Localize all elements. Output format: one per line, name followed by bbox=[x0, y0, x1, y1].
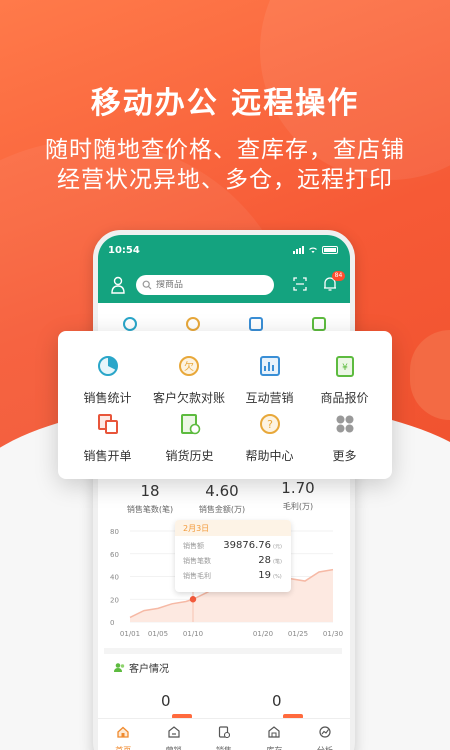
search-input[interactable] bbox=[156, 280, 266, 290]
shortcut-row-preview bbox=[98, 317, 350, 331]
customer-section-title: 客户情况 bbox=[114, 660, 169, 675]
menu-item-sales-history[interactable]: 销货历史 bbox=[148, 413, 231, 464]
tooltip-date: 2月3日 bbox=[175, 520, 291, 536]
menu-item-product-quote[interactable]: ¥ 商品报价 bbox=[303, 355, 386, 406]
tooltip-row: 销售毛利 19 (%) bbox=[183, 570, 282, 581]
tab-marketing[interactable]: 营销 bbox=[148, 719, 198, 750]
tab-inventory[interactable]: 库存 bbox=[249, 719, 299, 750]
tooltip-row: 销售额 39876.76 (元) bbox=[183, 540, 282, 551]
x-tick-label: 01/01 bbox=[120, 630, 140, 638]
menu-item-sales-bill[interactable]: 销售开单 bbox=[66, 413, 149, 464]
promo-subline: 随时随地查价格、查库存，查店铺 bbox=[45, 137, 405, 163]
price-tag-icon bbox=[311, 317, 326, 331]
sales-tab-icon bbox=[218, 726, 231, 739]
scan-icon[interactable] bbox=[293, 277, 307, 291]
help-icon: ? bbox=[259, 414, 280, 434]
customer-icon bbox=[114, 663, 125, 672]
x-tick-label: 01/25 bbox=[288, 630, 308, 638]
search-icon bbox=[142, 280, 152, 290]
wifi-icon bbox=[309, 247, 317, 253]
svg-text:?: ? bbox=[267, 418, 273, 431]
signal-icon bbox=[293, 246, 304, 254]
customer-stat-value: 0 bbox=[161, 692, 171, 710]
promo-subline: 经营状况异地、多仓，远程打印 bbox=[57, 167, 393, 193]
marketing-icon bbox=[248, 317, 263, 331]
notification-button[interactable]: 84 bbox=[323, 271, 345, 294]
decor-tab bbox=[410, 330, 450, 420]
tab-sales[interactable]: 销售 bbox=[199, 719, 249, 750]
battery-icon bbox=[322, 246, 338, 254]
menu-item-interactive-marketing[interactable]: 互动营销 bbox=[228, 355, 311, 406]
home-icon bbox=[117, 726, 129, 738]
debt-icon bbox=[185, 317, 200, 331]
y-tick-label: 80 bbox=[110, 528, 119, 536]
search-box[interactable] bbox=[136, 275, 274, 295]
analysis-tab-icon bbox=[319, 726, 331, 738]
y-tick-label: 20 bbox=[110, 596, 119, 604]
menu-item-customer-debt[interactable]: 欠 客户欠款对账 bbox=[144, 355, 234, 406]
status-bar: 10:54 bbox=[108, 243, 338, 257]
x-tick-label: 01/05 bbox=[148, 630, 168, 638]
debt-icon: 欠 bbox=[179, 356, 199, 376]
menu-item-sales-stats[interactable]: 销售统计 bbox=[66, 355, 149, 406]
status-time: 10:54 bbox=[108, 244, 140, 256]
y-tick-label: 40 bbox=[110, 574, 119, 582]
y-tick-label: 0 bbox=[110, 619, 114, 627]
stat-sales-amount: 4.60 销售金额(万) bbox=[198, 482, 246, 514]
tab-home[interactable]: 首页 bbox=[98, 719, 148, 750]
app-header: 10:54 搜商品 84 bbox=[98, 235, 350, 303]
bill-icon bbox=[97, 414, 118, 434]
marketing-tab-icon bbox=[168, 726, 180, 738]
bottom-tab-bar: 首页 营销 销售 库存 分析 bbox=[98, 718, 350, 750]
highlight-point bbox=[189, 596, 197, 603]
feature-menu-card: 销售统计 欠 客户欠款对账 互动营销 ¥ 商品报价 销售开单 销货历史 ? 帮助… bbox=[58, 331, 392, 479]
promo-headline: 移动办公 远程操作 bbox=[90, 86, 360, 121]
tooltip-row: 销售笔数 28 (笔) bbox=[183, 555, 282, 566]
y-tick-label: 60 bbox=[110, 551, 119, 559]
svg-text:¥: ¥ bbox=[342, 363, 348, 373]
x-tick-label: 01/20 bbox=[253, 630, 273, 638]
notification-badge: 84 bbox=[332, 271, 345, 281]
price-tag-icon: ¥ bbox=[335, 356, 354, 377]
more-icon bbox=[336, 415, 353, 433]
svg-text:欠: 欠 bbox=[184, 360, 194, 373]
inventory-tab-icon bbox=[268, 726, 281, 738]
user-icon[interactable] bbox=[110, 276, 126, 294]
history-icon bbox=[180, 414, 200, 435]
stat-sales-count: 18 销售笔数(笔) bbox=[126, 482, 174, 514]
chart-tooltip: 2月3日 销售额 39876.76 (元) 销售笔数 28 (笔) 销售毛利 1… bbox=[175, 520, 291, 592]
section-divider bbox=[104, 648, 342, 654]
menu-item-help-center[interactable]: ? 帮助中心 bbox=[228, 413, 311, 464]
customer-stat-value: 0 bbox=[272, 692, 282, 710]
pie-chart-icon bbox=[122, 317, 137, 331]
x-tick-label: 01/30 bbox=[323, 630, 343, 638]
marketing-icon bbox=[259, 356, 280, 376]
tab-analysis[interactable]: 分析 bbox=[300, 719, 350, 750]
stat-gross-profit: 1.70 毛利(万) bbox=[281, 479, 315, 511]
x-tick-label: 01/10 bbox=[183, 630, 203, 638]
menu-item-more[interactable]: 更多 bbox=[303, 413, 386, 464]
pie-chart-icon bbox=[97, 356, 118, 376]
